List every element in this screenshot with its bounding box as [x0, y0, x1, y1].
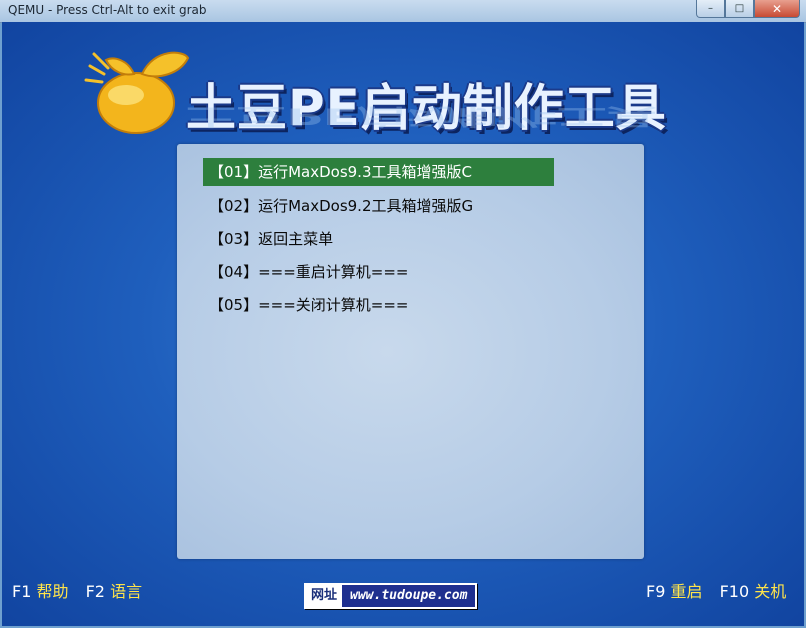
- f9-restart-button[interactable]: F9 重启: [646, 582, 703, 601]
- logo-title-reflection: 土豆PE启动制作工具: [186, 102, 657, 130]
- menu-item-05[interactable]: 【05】===关闭计算机===: [203, 291, 554, 319]
- potato-logo-icon: [84, 51, 190, 134]
- minimize-button[interactable]: –: [696, 0, 725, 18]
- menu-item-01[interactable]: 【01】运行MaxDos9.3工具箱增强版C: [203, 158, 554, 186]
- f1-help-button[interactable]: F1 帮助: [12, 582, 69, 601]
- f10-key: F10: [719, 582, 750, 601]
- close-button[interactable]: ✕: [754, 0, 800, 18]
- window-title: QEMU - Press Ctrl-Alt to exit grab: [8, 3, 207, 17]
- menu-item-03[interactable]: 【03】返回主菜单: [203, 225, 554, 253]
- f9-label: 重启: [670, 582, 703, 601]
- logo: 土豆PE启动制作工具 土豆PE启动制作工具: [84, 40, 724, 160]
- url-text: www.tudoupe.com: [342, 585, 476, 607]
- window-controls: – □ ✕: [696, 0, 800, 18]
- f2-key: F2: [85, 582, 105, 601]
- boot-menu: 【01】运行MaxDos9.3工具箱增强版C 【02】运行MaxDos9.2工具…: [177, 144, 644, 559]
- menu-item-04[interactable]: 【04】===重启计算机===: [203, 258, 554, 286]
- website-badge: 网址 www.tudoupe.com: [304, 583, 478, 609]
- footer-left-keys: F1 帮助 F2 语言: [12, 578, 154, 602]
- window-titlebar[interactable]: QEMU - Press Ctrl-Alt to exit grab – □ ✕: [0, 0, 806, 23]
- boot-screen: 土豆PE启动制作工具 土豆PE启动制作工具 【01】运行MaxDos9.3工具箱…: [2, 22, 804, 626]
- url-label: 网址: [306, 585, 343, 607]
- f1-label: 帮助: [36, 582, 69, 601]
- maximize-button[interactable]: □: [725, 0, 754, 18]
- f10-label: 关机: [754, 582, 787, 601]
- f10-shutdown-button[interactable]: F10 关机: [720, 582, 787, 601]
- footer-right-keys: F9 重启 F10 关机: [646, 578, 786, 602]
- f9-key: F9: [646, 582, 666, 601]
- f2-language-button[interactable]: F2 语言: [86, 582, 143, 601]
- f1-key: F1: [12, 582, 32, 601]
- menu-item-02[interactable]: 【02】运行MaxDos9.2工具箱增强版G: [203, 192, 554, 220]
- f2-label: 语言: [110, 582, 143, 601]
